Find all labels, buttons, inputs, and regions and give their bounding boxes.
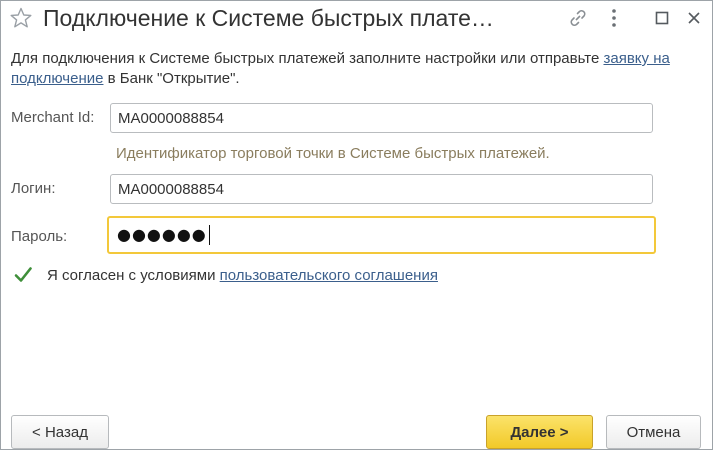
intro-text-after: в Банк "Открытие". — [103, 70, 240, 87]
agreement-text: Я согласен с условиями пользовательского… — [47, 266, 438, 286]
password-label: Пароль: — [11, 228, 68, 245]
back-button[interactable]: < Назад — [11, 415, 109, 449]
login-field[interactable] — [110, 174, 653, 204]
checkmark-icon — [14, 267, 32, 282]
cancel-button[interactable]: Отмена — [606, 415, 701, 449]
next-button[interactable]: Далее > — [486, 415, 593, 449]
login-label: Логин: — [11, 180, 56, 197]
connection-dialog: Подключение к Системе быстрых плате… Для… — [0, 0, 713, 450]
agreement-label: Я согласен с условиями — [47, 267, 220, 284]
password-field[interactable]: ●●●●●● — [107, 216, 656, 254]
text-caret — [208, 225, 210, 245]
password-mask: ●●●●●● — [117, 225, 207, 244]
merchant-id-label: Merchant Id: — [11, 109, 95, 126]
link-icon[interactable] — [565, 5, 591, 31]
title-bar: Подключение к Системе быстрых плате… — [1, 1, 712, 37]
merchant-id-hint: Идентификатор торговой точки в Системе б… — [116, 145, 550, 162]
more-vertical-icon[interactable] — [601, 5, 627, 31]
agreement-checkbox[interactable] — [13, 265, 33, 285]
close-icon[interactable] — [681, 5, 707, 31]
merchant-id-field[interactable] — [110, 103, 653, 133]
intro-text: Для подключения к Системе быстрых платеж… — [11, 49, 701, 89]
star-icon[interactable] — [9, 6, 33, 30]
window-title: Подключение к Системе быстрых плате… — [43, 5, 494, 31]
user-agreement-link[interactable]: пользовательского соглашения — [220, 267, 438, 284]
intro-text-before: Для подключения к Системе быстрых платеж… — [11, 50, 604, 67]
maximize-icon[interactable] — [649, 5, 675, 31]
